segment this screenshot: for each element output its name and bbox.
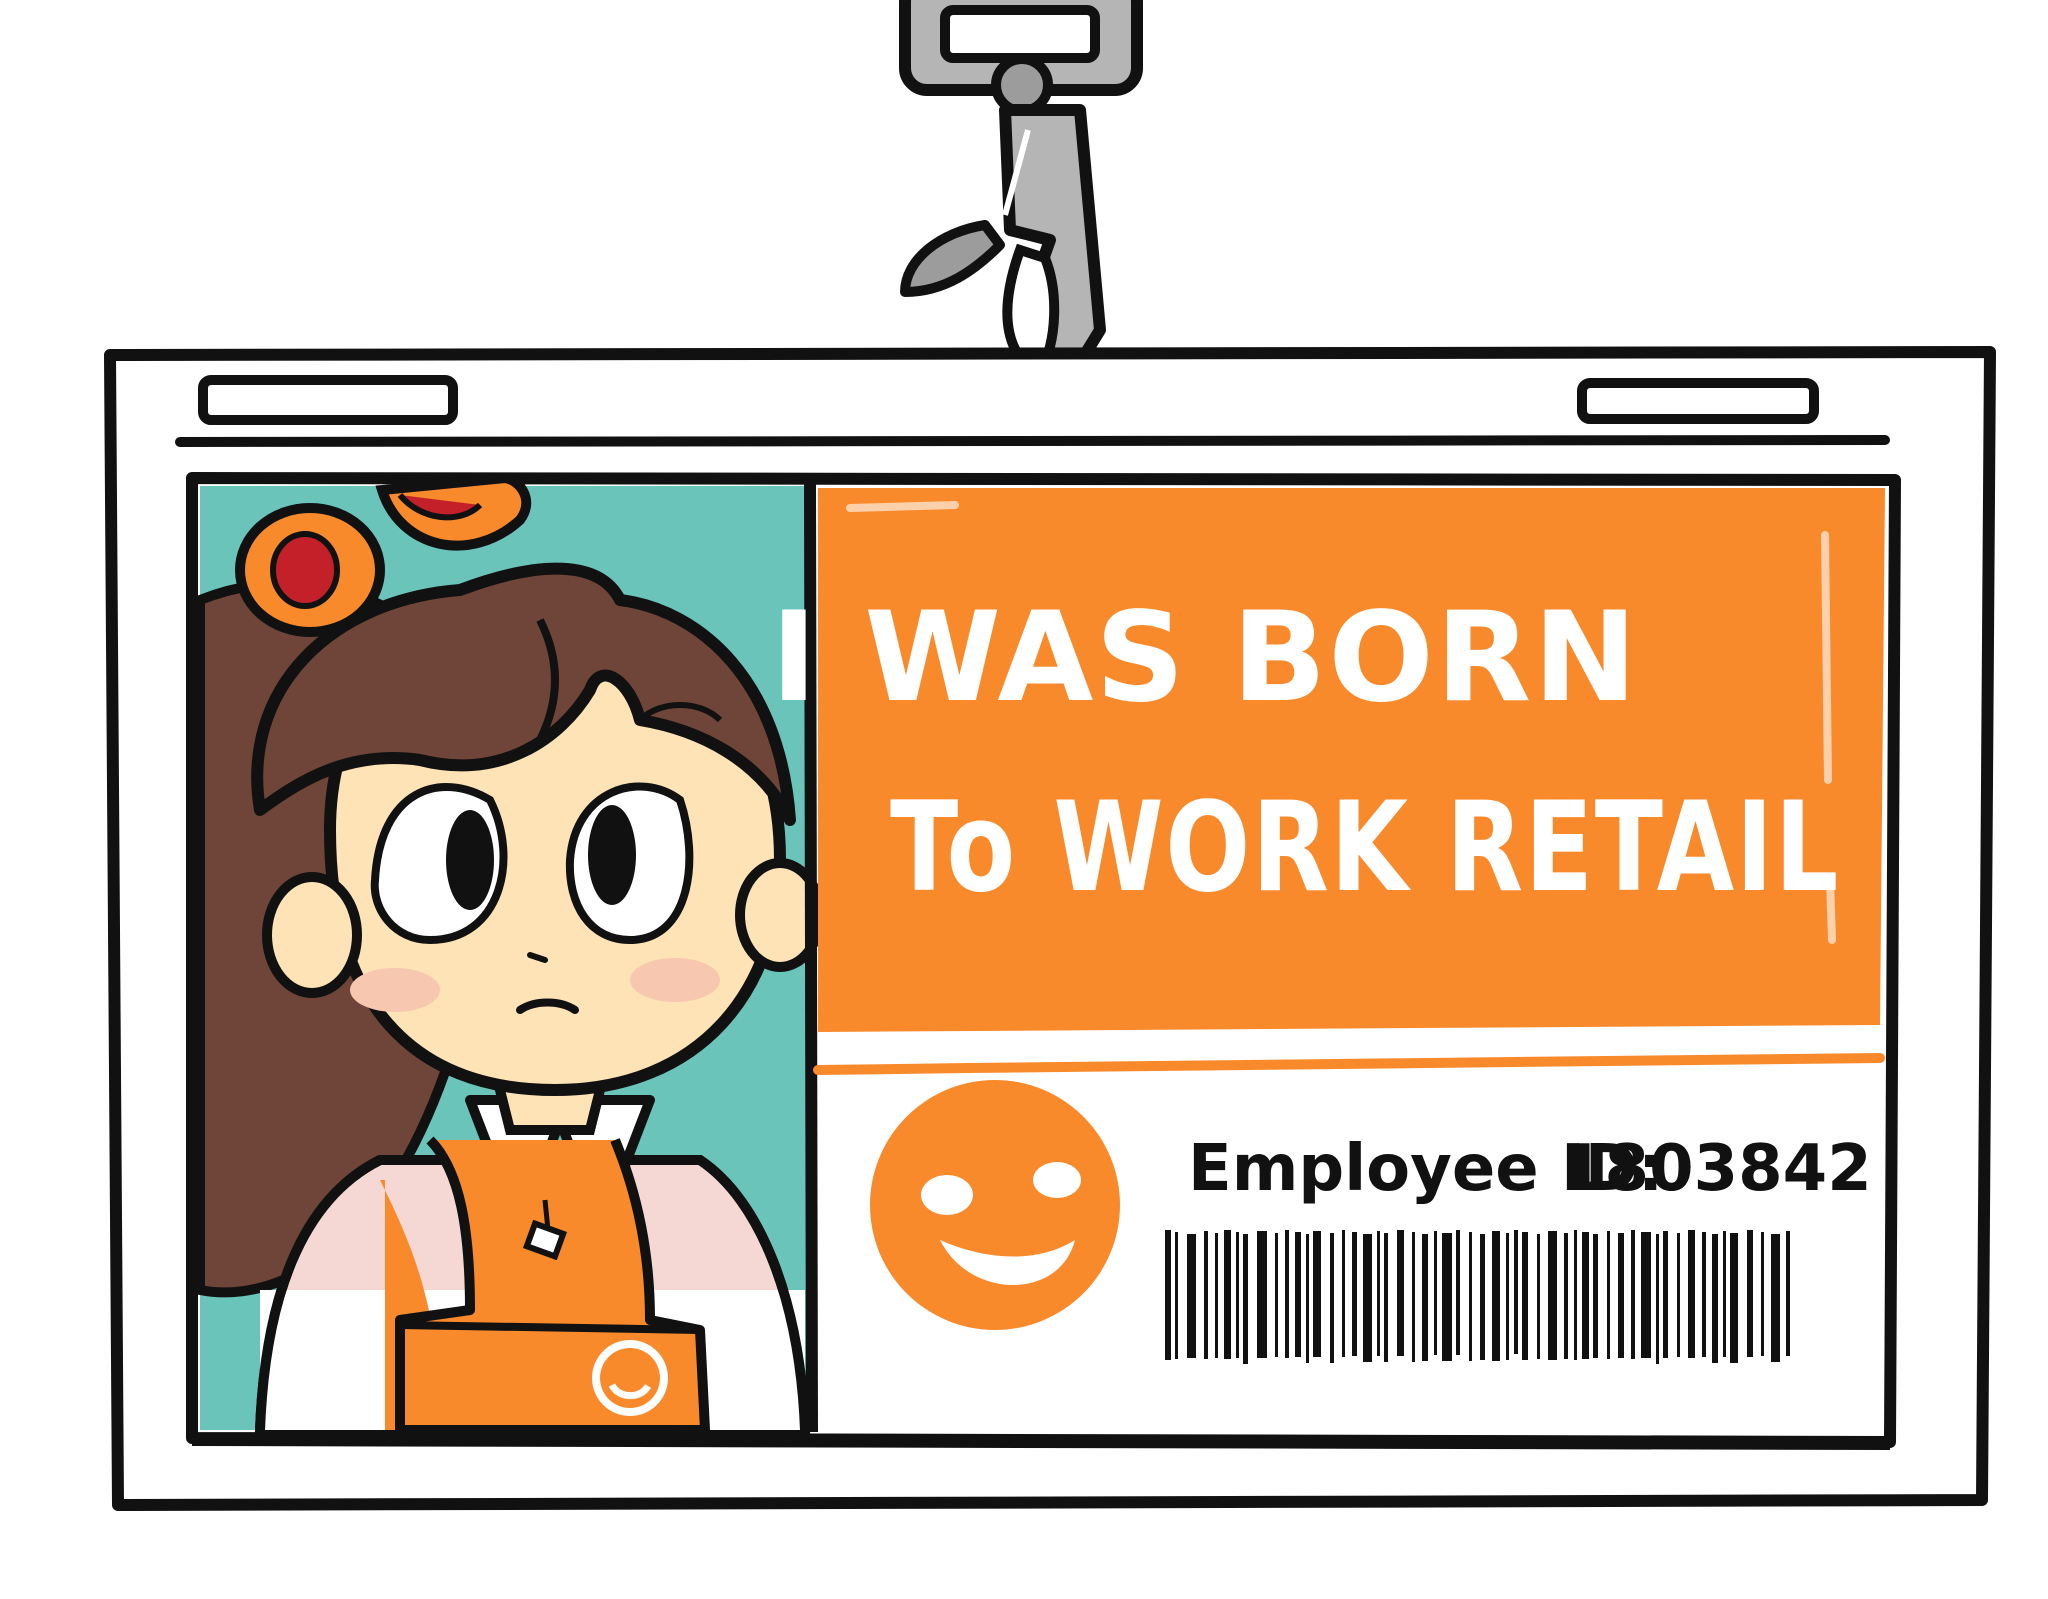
barcode-bar	[1480, 1234, 1485, 1360]
barcode-bar	[1412, 1232, 1415, 1362]
barcode-bar	[1761, 1232, 1764, 1356]
barcode-bar	[1514, 1230, 1518, 1354]
barcode-bar	[1285, 1230, 1289, 1358]
barcode-bar	[1607, 1231, 1610, 1359]
barcode-bar	[1377, 1231, 1380, 1356]
badge-scene: I WAS BORN To WORK RETAIL Employee ID: 1…	[104, 0, 1996, 1511]
barcode-bar	[1215, 1233, 1218, 1358]
barcode-bar	[1730, 1233, 1738, 1363]
barcode-bar	[1663, 1231, 1668, 1358]
barcode-bar	[1313, 1231, 1321, 1357]
barcode-bar	[1618, 1233, 1624, 1358]
barcode-bar	[1677, 1233, 1680, 1357]
barcode-bar	[1564, 1233, 1568, 1359]
headline-line1: I WAS BORN	[771, 586, 1639, 730]
barcode-bar	[1492, 1231, 1500, 1361]
barcode-bar	[1537, 1234, 1540, 1359]
barcode-bar	[1641, 1232, 1651, 1358]
barcode-bar	[1422, 1234, 1428, 1361]
badge-slot-right	[1577, 378, 1819, 424]
barcode-bar	[1548, 1231, 1557, 1360]
barcode-bar	[1656, 1234, 1659, 1364]
barcode-bar	[1688, 1230, 1695, 1358]
barcode-bar	[1243, 1234, 1248, 1364]
headline-line2: To WORK RETAIL	[890, 776, 1840, 920]
card-bottom-edge	[191, 1434, 1891, 1450]
barcode-bar	[1456, 1230, 1460, 1355]
lanyard-clip-icon	[899, 0, 1143, 391]
badge-slot-left	[198, 375, 458, 425]
barcode-bar	[1175, 1232, 1178, 1359]
barcode-bar	[1574, 1230, 1577, 1360]
barcode-bar	[1397, 1230, 1404, 1356]
barcode-bar	[1363, 1234, 1372, 1362]
barcode-bar	[1771, 1234, 1780, 1362]
barcode-bar	[1330, 1233, 1334, 1363]
barcode-bar	[1702, 1232, 1706, 1357]
barcode-bar	[1384, 1233, 1388, 1362]
barcode-bar	[1257, 1231, 1267, 1358]
barcode-bar	[1593, 1234, 1598, 1358]
barcode-bar	[1582, 1232, 1589, 1359]
barcode-bar	[1295, 1232, 1301, 1357]
barcode-bar	[1522, 1232, 1528, 1360]
barcode-bar	[1631, 1230, 1635, 1359]
barcode-bar	[1187, 1234, 1196, 1358]
employee-id-value: 1803842	[1560, 1132, 1872, 1206]
barcode-bar	[1342, 1230, 1345, 1357]
employee-photo	[195, 472, 825, 1435]
barcode-bar	[1306, 1234, 1309, 1363]
barcode-bar	[1723, 1231, 1726, 1357]
badge-divider-line	[175, 435, 1890, 447]
barcode-bar	[1434, 1231, 1437, 1355]
barcode-bar	[1786, 1231, 1790, 1356]
barcode-bar	[1224, 1230, 1231, 1359]
barcode-bar	[1204, 1231, 1208, 1359]
barcode-bar	[1275, 1233, 1278, 1357]
barcode-bar	[1236, 1232, 1239, 1358]
barcode-bar	[1442, 1233, 1452, 1361]
barcode-bar	[1165, 1230, 1171, 1360]
barcode-bar	[1352, 1232, 1357, 1356]
barcode-bar	[1506, 1233, 1509, 1360]
barcode-bar	[1712, 1234, 1718, 1363]
barcode-bar	[1747, 1230, 1753, 1357]
title-banner	[818, 488, 1885, 1032]
barcode-bar	[1469, 1232, 1472, 1361]
smiley-face-icon	[870, 1080, 1120, 1330]
